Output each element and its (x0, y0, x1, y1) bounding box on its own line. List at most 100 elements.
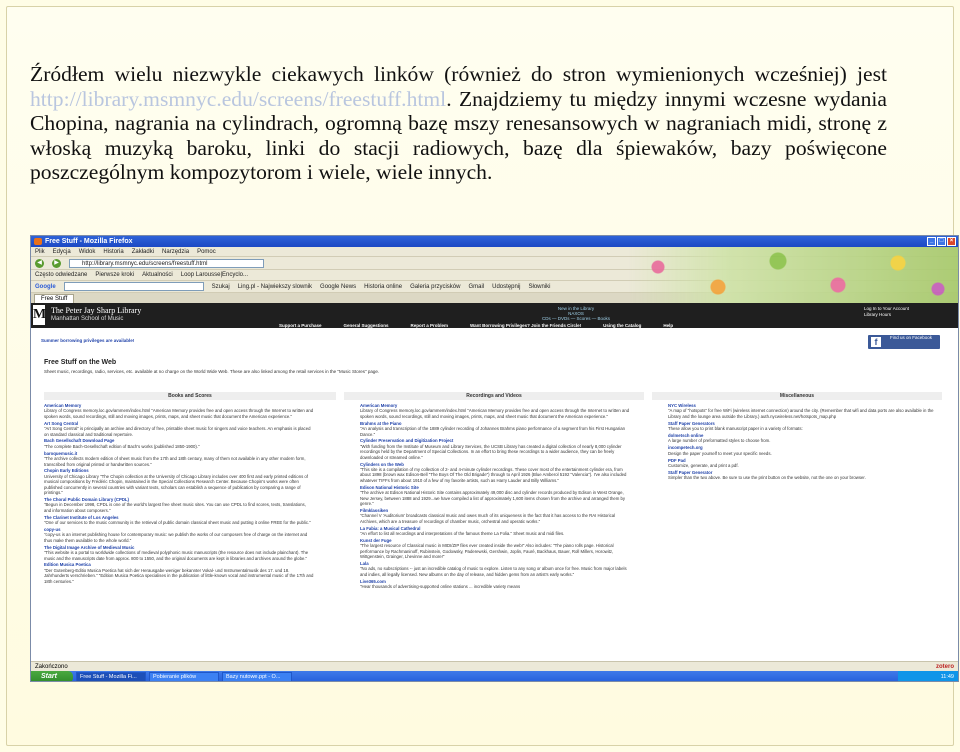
window-titlebar: Free Stuff - Mozilla Firefox _ □ × (31, 236, 958, 247)
bookmark-item[interactable]: Aktualności (142, 272, 173, 278)
google-label: Google (35, 283, 56, 290)
resource-description: "An effort to list all recordings and in… (360, 530, 565, 536)
resource-entry: PDF Pad Customize, generate, and print a … (668, 458, 938, 469)
resource-entry: American Memory Library of Congress memor… (360, 403, 630, 419)
resource-entry: La Fabia: a Musical Cathedral "An effort … (360, 526, 630, 537)
google-item[interactable]: Ling.pl - Najwiekszy slownik (238, 284, 312, 290)
google-search-input[interactable] (63, 282, 204, 291)
library-header: M The Peter Jay Sharp Library Manhattan … (31, 303, 958, 328)
bookmark-item[interactable]: Często odwiedzane (35, 272, 87, 278)
resource-entry: Brahms at the Piano "An analysis and tran… (360, 421, 630, 437)
resource-description: Customize, generate, and print a pdf. (668, 463, 739, 469)
resource-description: "Art Song Central" is principally an arc… (44, 426, 311, 437)
status-bar: Zakończono zotero (31, 661, 958, 671)
resource-description: A large number of preformatted styles to… (668, 438, 771, 444)
menu-widok[interactable]: Widok (79, 249, 96, 255)
google-item[interactable]: Galeria przycisków (410, 284, 460, 290)
floral-theme-decoration (628, 247, 958, 305)
url-bar[interactable]: http://library.msmnyc.edu/screens/freest… (69, 258, 264, 268)
facebook-icon: f (871, 337, 881, 347)
menu-pomoc[interactable]: Pomoc (197, 249, 216, 255)
resource-entry: Lala "No ads, no subscriptions -- just an… (360, 561, 630, 577)
google-item[interactable]: Gmail (468, 284, 484, 290)
resource-entry: Filmklassiken "Channel V 'Auditorium' bro… (360, 508, 630, 524)
google-item[interactable]: Szukaj (212, 284, 230, 290)
resource-description: "The archive collects modern edition of … (44, 456, 306, 467)
resource-description: "Channel V 'Auditorium' broadcasts class… (360, 513, 616, 524)
col-heading-misc: Miscellaneous (652, 392, 942, 400)
library-link[interactable]: http://library.msmnyc.edu/screens/freest… (30, 87, 446, 111)
start-button[interactable]: Start (31, 671, 73, 681)
taskbar-item[interactable]: Bazy nutowe.ppt - O... (222, 672, 292, 681)
resource-entry: American Memory Library of Congress memor… (44, 403, 314, 419)
resource-entry: Edison National Historic Site "The archiv… (360, 485, 630, 507)
google-item[interactable]: Słowniki (529, 284, 551, 290)
resource-description: "An analysis and transcription of the 18… (360, 426, 625, 437)
bookmark-item[interactable]: Pierwsze kroki (95, 272, 134, 278)
resource-description: "Hear thousands of advertising-supported… (360, 584, 521, 590)
tab-free-stuff[interactable]: Free Stuff (34, 294, 75, 303)
resource-description: "Der Gutenberg-Editio Musica Poetica hat… (44, 567, 314, 584)
resource-entry: Live365.com "Hear thousands of advertisin… (360, 579, 630, 590)
resource-entry: Art Song Central "Art Song Central" is pr… (44, 421, 314, 437)
bookmark-item[interactable]: Loop Larousse|Encyclo... (181, 272, 248, 278)
menu-edycja[interactable]: Edycja (53, 249, 71, 255)
recordings-column: American Memory Library of Congress memor… (360, 403, 630, 665)
resource-entry: incompetech.org Design the paper yourself… (668, 445, 938, 456)
taskbar-item[interactable]: Free Stuff - Mozilla Fi... (76, 672, 146, 681)
resource-description: "The largest resource of Classical music… (360, 543, 614, 560)
header-news[interactable]: New in the Library NAXOS CDs — DVDs — Sc… (536, 306, 616, 321)
col-heading-books: Books and Scores (44, 392, 336, 400)
resource-description: "A map of "hotspots" for free WiFi (wire… (668, 408, 934, 419)
taskbar: Start Free Stuff - Mozilla Fi... Pobiera… (31, 671, 958, 681)
books-column: American Memory Library of Congress memor… (44, 403, 314, 665)
resource-entry: Chopin Early Editions University of Chica… (44, 468, 314, 495)
menu-narzedzia[interactable]: Narzędzia (162, 249, 189, 255)
taskbar-item[interactable]: Pobieranie plików (149, 672, 219, 681)
slide-paragraph: Źródłem wielu niezwykle ciekawych linków… (30, 62, 887, 185)
window-title: Free Stuff - Mozilla Firefox (45, 238, 133, 245)
school-name: Manhattan School of Music (51, 316, 124, 322)
resource-columns: Books and Scores Recordings and Videos M… (44, 392, 948, 665)
resource-description: "The complete Bach-Gesellschaft edition … (44, 443, 200, 449)
facebook-button[interactable]: f Find us on Facebook (868, 335, 940, 349)
support-note: Summer borrowing privileges are availabl… (41, 338, 134, 343)
resource-entry: copy-us "copy-us is an internet publishin… (44, 527, 314, 543)
status-text: Zakończono (35, 664, 68, 670)
resource-description: University of Chicago Library "The Chopi… (44, 473, 309, 496)
resource-description: "This site is a compilation of my collec… (360, 466, 627, 483)
resource-entry: Kunst der Fuge "The largest resource of C… (360, 538, 630, 560)
resource-description: Library of Congress memory.loc.gov/ammem… (44, 408, 314, 419)
resource-description: These allow you to print blank manuscrip… (668, 426, 803, 432)
resource-description: "This website is a portal to worldwide c… (44, 550, 309, 561)
forward-icon[interactable]: ▶ (52, 258, 61, 268)
resource-entry: Bach Gesellschaft Download Page "The comp… (44, 438, 314, 449)
resource-entry: dolmetsch online A large number of prefor… (668, 433, 938, 444)
resource-entry: baroquemusic.it "The archive collects mod… (44, 451, 314, 467)
back-icon[interactable]: ◀ (35, 258, 44, 268)
resource-entry: Cylinder Preservation and Digitization P… (360, 438, 630, 460)
support-note-text[interactable]: Summer borrowing privileges are availabl… (41, 338, 134, 343)
page-intro: Sheet music, recordings, radio, services… (44, 369, 380, 374)
resource-entry: Staff Paper Generators These allow you to… (668, 421, 938, 432)
resource-entry: Cylinders on the Web "This site is a comp… (360, 462, 630, 484)
google-item[interactable]: Historia online (364, 284, 402, 290)
resource-entry: The Clarinet Institute of Los Angeles "On… (44, 515, 314, 526)
maximize-button[interactable]: □ (937, 237, 946, 246)
resource-description: "Begun in December 1998, CPDL is one of … (44, 502, 306, 513)
resource-description: "The archive at Edison National Historic… (360, 490, 626, 506)
facebook-label: Find us on Facebook (890, 335, 933, 340)
google-item[interactable]: Google News (320, 284, 356, 290)
menu-zakladki[interactable]: Zakładki (132, 249, 154, 255)
google-item[interactable]: Udostępnij (492, 284, 520, 290)
resource-description: "One of our services to the music commun… (44, 520, 311, 526)
menu-historia[interactable]: Historia (103, 249, 123, 255)
resource-entry: Staff Paper Generator Simpler than the tw… (668, 470, 938, 481)
system-tray-clock: 11:49 (898, 671, 958, 681)
close-button[interactable]: × (947, 237, 956, 246)
resource-entry: The Choral Public Domain Library (CPDL) "… (44, 497, 314, 513)
menu-plik[interactable]: Plik (35, 249, 45, 255)
header-account-links[interactable]: Log In to Your Account Library Hours (864, 306, 944, 318)
minimize-button[interactable]: _ (927, 237, 936, 246)
resource-description: "With funding from the Institute of Muse… (360, 443, 622, 460)
